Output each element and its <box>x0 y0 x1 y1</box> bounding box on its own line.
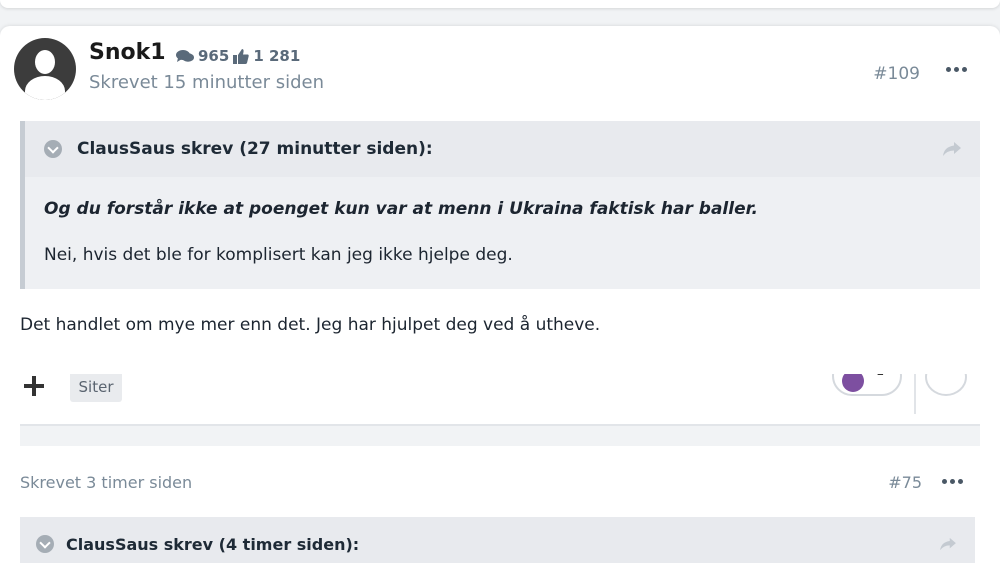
next-quote-block: ClausSaus skrev (4 timer siden): <box>20 517 975 563</box>
avatar[interactable] <box>14 38 76 100</box>
likes-count: 1 281 <box>253 47 301 65</box>
quote-header: ClausSaus skrev (27 minutter siden): <box>25 121 980 177</box>
more-options-icon[interactable] <box>942 479 963 484</box>
post-number[interactable]: #109 <box>873 64 920 84</box>
post-separator <box>20 424 980 446</box>
next-post-number[interactable]: #75 <box>888 473 922 492</box>
react-add-icon[interactable] <box>925 374 967 396</box>
reaction-button[interactable]: 1 <box>832 374 902 396</box>
quote-reply-line: Nei, hvis det ble for komplisert kan jeg… <box>44 245 513 265</box>
post-body: Det handlet om mye mer enn det. Jeg har … <box>20 315 601 335</box>
post-actions-bar: Siter 1 <box>20 374 980 414</box>
user-stats: 965 1 281 <box>176 47 300 65</box>
chevron-down-icon[interactable] <box>36 535 54 553</box>
quote-author: ClausSaus skrev (27 minutter siden): <box>77 139 433 159</box>
quote-block: ClausSaus skrev (27 minutter siden): Og … <box>20 121 980 289</box>
posts-count: 965 <box>198 47 230 65</box>
divider <box>914 374 916 414</box>
reaction-count: 1 <box>876 374 884 379</box>
chevron-down-icon[interactable] <box>44 140 62 158</box>
previous-post-card <box>0 0 1000 8</box>
next-quote-author: ClausSaus skrev (4 timer siden): <box>66 534 360 554</box>
next-post-timestamp[interactable]: Skrevet 3 timer siden <box>20 473 192 492</box>
reaction-icon <box>842 374 864 392</box>
thumbs-up-icon <box>233 48 250 64</box>
share-icon[interactable] <box>939 537 957 551</box>
username[interactable]: Snok1 <box>89 40 166 65</box>
more-options-icon[interactable] <box>946 67 967 72</box>
quote-button[interactable]: Siter <box>70 374 122 402</box>
next-quote-header: ClausSaus skrev (4 timer siden): <box>20 517 975 563</box>
post-timestamp[interactable]: Skrevet 15 minutter siden <box>89 72 324 93</box>
share-icon[interactable] <box>942 141 962 157</box>
comments-icon <box>176 50 194 62</box>
quote-bold-line: Og du forstår ikke at poenget kun var at… <box>44 199 759 219</box>
quote-body: Og du forstår ikke at poenget kun var at… <box>25 177 980 268</box>
plus-icon[interactable] <box>24 376 44 396</box>
